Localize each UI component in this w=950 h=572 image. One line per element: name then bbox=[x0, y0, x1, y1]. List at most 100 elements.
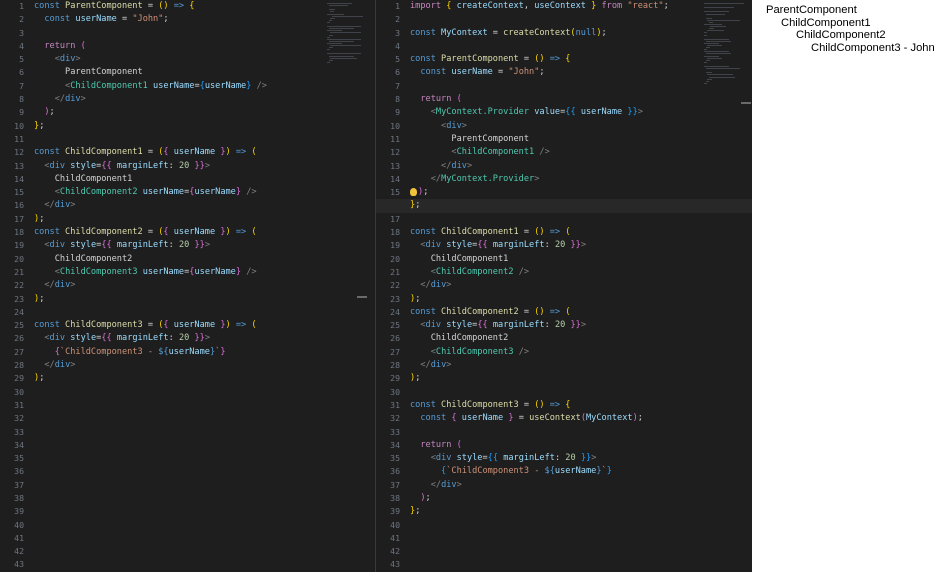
code-token: const bbox=[410, 227, 442, 238]
scrollbar-thumb-left[interactable] bbox=[357, 296, 367, 298]
code-token: div bbox=[435, 453, 457, 464]
code-line[interactable]: </div> bbox=[410, 359, 696, 372]
code-token: > bbox=[204, 333, 211, 344]
code-line[interactable]: </div> bbox=[410, 160, 696, 173]
code-line[interactable]: const ChildComponent2 = () => ( bbox=[410, 306, 696, 319]
code-area[interactable]: const ParentComponent = () => { const us… bbox=[34, 0, 319, 386]
code-line[interactable]: ); bbox=[34, 213, 319, 226]
code-line[interactable]: import { createContext, useContext } fro… bbox=[410, 0, 696, 13]
code-line[interactable]: ); bbox=[34, 106, 319, 119]
code-token: MyContext bbox=[586, 413, 633, 424]
code-line[interactable]: ChildComponent2 bbox=[410, 332, 696, 345]
code-line[interactable]: const MyContext = createContext(null); bbox=[410, 27, 696, 40]
code-line[interactable] bbox=[34, 133, 319, 146]
code-line[interactable]: const ChildComponent3 = ({ userName }) =… bbox=[34, 319, 319, 332]
code-line[interactable]: <ChildComponent1 userName={userName} /> bbox=[34, 80, 319, 93]
code-token: > bbox=[70, 200, 76, 211]
code-line[interactable] bbox=[34, 27, 319, 40]
code-line[interactable]: </div> bbox=[34, 279, 319, 292]
code-line[interactable]: const { userName } = useContext(MyContex… bbox=[410, 412, 696, 425]
code-line[interactable]: ChildComponent1 bbox=[34, 173, 319, 186]
code-line[interactable]: <div> bbox=[34, 53, 319, 66]
line-number: 7 bbox=[395, 80, 400, 91]
code-line[interactable]: ChildComponent1 bbox=[410, 253, 696, 266]
code-line[interactable] bbox=[34, 306, 319, 319]
code-line[interactable]: </MyContext.Provider> bbox=[410, 173, 696, 186]
code-line[interactable]: <ChildComponent1 /> bbox=[410, 146, 696, 159]
code-token: => bbox=[544, 399, 566, 410]
code-line[interactable]: ParentComponent bbox=[410, 133, 696, 146]
line-number: 43 bbox=[14, 559, 24, 570]
code-line[interactable] bbox=[410, 213, 696, 226]
code-line[interactable]: }; bbox=[34, 120, 319, 133]
code-line[interactable]: <div style={{ marginLeft: 20 }}> bbox=[34, 332, 319, 345]
code-line[interactable]: </div> bbox=[410, 279, 696, 292]
scrollbar-thumb-right[interactable] bbox=[741, 102, 751, 104]
minimap[interactable] bbox=[700, 0, 752, 572]
code-token: value bbox=[534, 107, 561, 118]
code-line[interactable]: </div> bbox=[34, 93, 319, 106]
code-line[interactable]: const ParentComponent = () => { bbox=[34, 0, 319, 13]
code-line[interactable]: }; bbox=[410, 505, 696, 518]
code-line[interactable]: {`ChildComponent3 - ${userName}`} bbox=[410, 465, 696, 478]
code-line[interactable]: <div style={{ marginLeft: 20 }}> bbox=[410, 239, 696, 252]
code-line[interactable]: return ( bbox=[34, 40, 319, 53]
lightbulb-icon[interactable] bbox=[410, 187, 417, 196]
code-line[interactable]: return ( bbox=[410, 93, 696, 106]
code-line[interactable] bbox=[410, 386, 696, 399]
code-line[interactable]: <ChildComponent3 userName={userName} /> bbox=[34, 266, 319, 279]
line-number: 41 bbox=[14, 532, 24, 543]
code-line[interactable]: <ChildComponent3 /> bbox=[410, 346, 696, 359]
code-line[interactable] bbox=[410, 426, 696, 439]
code-line[interactable]: ); bbox=[410, 186, 696, 199]
code-line[interactable]: ); bbox=[34, 293, 319, 306]
code-line[interactable]: const ChildComponent2 = ({ userName }) =… bbox=[34, 226, 319, 239]
code-line[interactable] bbox=[410, 40, 696, 53]
code-line[interactable]: const ChildComponent3 = () => { bbox=[410, 399, 696, 412]
code-token: > bbox=[580, 320, 587, 331]
minimap[interactable] bbox=[323, 0, 375, 572]
code-line[interactable]: ); bbox=[34, 372, 319, 385]
code-line[interactable]: <ChildComponent2 userName={userName} /> bbox=[34, 186, 319, 199]
code-line[interactable]: {`ChildComponent3 - ${userName}`} bbox=[34, 346, 319, 359]
line-number: 32 bbox=[390, 413, 400, 424]
code-line[interactable]: <div style={{ marginLeft: 20 }}> bbox=[410, 319, 696, 332]
code-token: > bbox=[456, 479, 462, 490]
code-line[interactable]: <div style={{ marginLeft: 20 }}> bbox=[34, 239, 319, 252]
code-line[interactable]: ChildComponent2 bbox=[34, 253, 319, 266]
code-line[interactable]: const ChildComponent1 = () => ( bbox=[410, 226, 696, 239]
code-line[interactable]: <ChildComponent2 /> bbox=[410, 266, 696, 279]
code-line[interactable]: <div style={{ marginLeft: 20 }}> bbox=[34, 160, 319, 173]
code-line[interactable]: </div> bbox=[34, 199, 319, 212]
code-line[interactable]: ); bbox=[410, 372, 696, 385]
minimap-line bbox=[704, 66, 729, 67]
code-line[interactable]: <div style={{ marginLeft: 20 }}> bbox=[410, 452, 696, 465]
code-line[interactable]: const ChildComponent1 = ({ userName }) =… bbox=[34, 146, 319, 159]
code-line[interactable]: ); bbox=[410, 293, 696, 306]
code-line[interactable]: }; bbox=[376, 199, 752, 214]
code-token: const bbox=[410, 306, 442, 317]
code-token: : bbox=[168, 160, 179, 171]
line-number: 31 bbox=[390, 399, 400, 410]
code-token: userName bbox=[173, 320, 216, 331]
code-line[interactable] bbox=[410, 80, 696, 93]
left-code-editor[interactable]: 1 2 3 4 5 6 7 8 9 10 11 12 13 14 15 16 17 18 19 20 21 22 23 24 2… bbox=[0, 0, 375, 572]
code-line[interactable]: </div> bbox=[410, 479, 696, 492]
code-line[interactable]: const userName = "John"; bbox=[34, 13, 319, 26]
code-line[interactable]: const ParentComponent = () => { bbox=[410, 53, 696, 66]
code-line[interactable]: return ( bbox=[410, 439, 696, 452]
code-line[interactable]: </div> bbox=[34, 359, 319, 372]
code-token: ) bbox=[632, 413, 638, 424]
code-line[interactable]: <MyContext.Provider value={{ userName }}… bbox=[410, 106, 696, 119]
code-line[interactable]: ParentComponent bbox=[34, 66, 319, 79]
minimap-line bbox=[327, 30, 343, 32]
code-line[interactable]: ); bbox=[410, 492, 696, 505]
code-line[interactable] bbox=[410, 13, 696, 26]
code-line[interactable]: const userName = "John"; bbox=[410, 66, 696, 79]
right-code-editor[interactable]: 1 2 3 4 5 6 7 8 9 10 11 12 13 14 15 16 17 18 19 20 21 22 23 24 2… bbox=[376, 0, 752, 572]
code-area[interactable]: import { createContext, useContext } fro… bbox=[376, 0, 752, 519]
code-line[interactable]: <div> bbox=[410, 120, 696, 133]
code-token: }} bbox=[575, 453, 592, 464]
